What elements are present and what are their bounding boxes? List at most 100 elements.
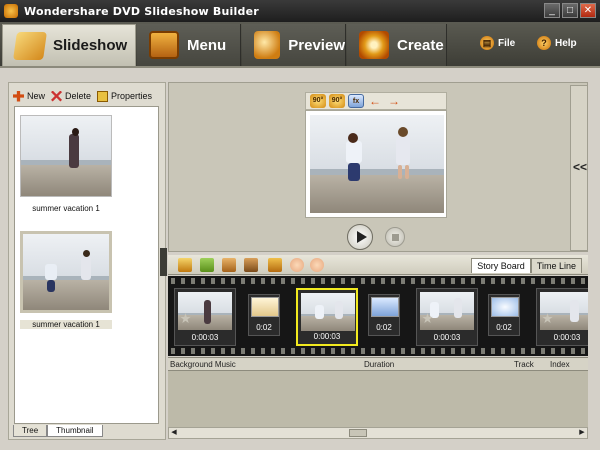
slideshow-icon (13, 31, 47, 60)
storyboard-view-tabs: Story Board Time Line (471, 258, 582, 273)
thumbnail-list: summer vacation 1 summer vacation 1 (14, 106, 159, 424)
transition-duration: 0:02 (376, 323, 392, 332)
column-header-index[interactable]: Index (550, 360, 570, 369)
help-button[interactable]: ? Help (537, 36, 577, 50)
preview-icon (254, 31, 281, 59)
tab-create[interactable]: Create (347, 24, 447, 66)
move-right-button[interactable]: → (386, 94, 402, 108)
menu-icon (149, 31, 179, 59)
play-button[interactable] (347, 224, 373, 250)
library-toolbar: New Delete Properties (13, 87, 152, 105)
delete-label: Delete (65, 91, 92, 101)
tab-thumbnail[interactable]: Thumbnail (47, 425, 103, 437)
file-icon: ▤ (480, 36, 494, 50)
thumbnail-image (20, 115, 112, 197)
main-toolbar: Slideshow Menu Preview Create ▤ File ? H… (0, 22, 600, 68)
transition-image (371, 297, 399, 317)
storyboard-transition[interactable]: 0:02 (368, 294, 400, 336)
app-icon (4, 4, 18, 18)
add-music-icon[interactable] (200, 258, 214, 272)
window-controls: _ □ ✕ (544, 3, 596, 18)
column-header-duration[interactable]: Duration (364, 360, 394, 369)
delete-button[interactable]: Delete (51, 90, 92, 102)
column-header-track[interactable]: Track (514, 360, 534, 369)
soundtrack-table-body[interactable] (168, 371, 588, 427)
storyboard-transition[interactable]: 0:02 (248, 294, 280, 336)
close-button[interactable]: ✕ (580, 3, 596, 18)
preview-image (310, 115, 444, 213)
file-label: File (498, 37, 516, 49)
thumbnail-caption: summer vacation 1 (20, 320, 112, 329)
add-text-icon[interactable] (222, 258, 236, 272)
rotate-left-button[interactable]: 90° (310, 94, 326, 108)
film-perforation-bottom (168, 348, 588, 354)
new-label: New (27, 91, 46, 101)
thumbnail-item[interactable]: summer vacation 1 (20, 115, 112, 213)
preview-panel: 90° 90° fx ← → (168, 82, 588, 252)
delete-icon (51, 90, 63, 102)
tab-menu[interactable]: Menu (137, 24, 241, 66)
thumbnail-image (20, 231, 112, 313)
horizontal-scrollbar[interactable]: ◀ ▶ (168, 427, 588, 439)
preview-toolbar: 90° 90° fx ← → (305, 92, 447, 110)
file-button[interactable]: ▤ File (480, 36, 515, 50)
slide-duration: 0:00:03 (313, 332, 341, 341)
minimize-button[interactable]: _ (544, 3, 560, 18)
expand-panel-button[interactable]: << (570, 85, 588, 251)
add-photo-icon[interactable] (178, 258, 192, 272)
thumbnail-item-selected[interactable]: summer vacation 1 (20, 231, 112, 329)
tab-menu-label: Menu (187, 36, 227, 54)
panel-collapse-handle[interactable] (160, 248, 167, 276)
zoom-out-icon[interactable] (310, 258, 324, 272)
rotate-right-button[interactable]: 90° (329, 94, 345, 108)
tab-story-board[interactable]: Story Board (471, 258, 531, 273)
storyboard-filmstrip: 0:00:03 0:02 0:00:03 0:02 0:00:03 0:02 0… (168, 276, 588, 356)
tab-slideshow[interactable]: Slideshow (2, 24, 136, 66)
create-icon (359, 31, 389, 59)
help-icon: ? (537, 36, 551, 50)
record-icon[interactable] (244, 258, 258, 272)
storyboard-toolbar: Story Board Time Line (168, 255, 588, 275)
media-library-panel: New Delete Properties summer vacation 1 (8, 82, 166, 440)
library-view-tabs: Tree Thumbnail (13, 425, 103, 437)
stop-button[interactable] (385, 227, 405, 247)
properties-label: Properties (111, 91, 153, 101)
storyboard-slide[interactable]: 0:00:03 (536, 288, 588, 346)
storyboard-slide[interactable]: 0:00:03 (174, 288, 236, 346)
slide-image (420, 292, 474, 330)
transition-image (491, 297, 519, 317)
zoom-in-icon[interactable] (290, 258, 304, 272)
intro-credit-icon[interactable] (268, 258, 282, 272)
slide-duration: 0:00:03 (553, 333, 581, 342)
column-header-background-music[interactable]: Background Music (170, 360, 236, 369)
tab-preview[interactable]: Preview (242, 24, 346, 66)
scroll-right-icon[interactable]: ▶ (577, 428, 587, 438)
slide-image (540, 292, 588, 330)
tab-slideshow-label: Slideshow (53, 37, 128, 54)
properties-button[interactable]: Properties (97, 90, 153, 102)
tab-time-line[interactable]: Time Line (530, 258, 582, 273)
new-button[interactable]: New (13, 90, 46, 102)
slide-image (301, 293, 355, 331)
plus-icon (13, 90, 24, 102)
double-chevron-left-icon: << (573, 160, 588, 174)
preview-frame (305, 110, 447, 218)
transition-image (251, 297, 279, 317)
tab-create-label: Create (397, 36, 444, 54)
storyboard-slide-selected[interactable]: 0:00:03 (296, 288, 358, 346)
scrollbar-thumb[interactable] (349, 429, 367, 437)
tab-tree[interactable]: Tree (13, 425, 48, 437)
scroll-left-icon[interactable]: ◀ (169, 428, 179, 438)
storyboard-transition[interactable]: 0:02 (488, 294, 520, 336)
thumbnail-caption: summer vacation 1 (32, 204, 100, 213)
slide-image (178, 292, 232, 330)
window-title: Wondershare DVD Slideshow Builder (24, 4, 259, 18)
move-left-button[interactable]: ← (367, 94, 383, 108)
maximize-button[interactable]: □ (562, 3, 578, 18)
effects-button[interactable]: fx (348, 94, 364, 108)
storyboard-slide[interactable]: 0:00:03 (416, 288, 478, 346)
tab-preview-label: Preview (288, 36, 345, 54)
properties-icon (97, 90, 109, 102)
title-bar: Wondershare DVD Slideshow Builder _ □ ✕ (0, 0, 600, 22)
slide-duration: 0:00:03 (433, 333, 461, 342)
